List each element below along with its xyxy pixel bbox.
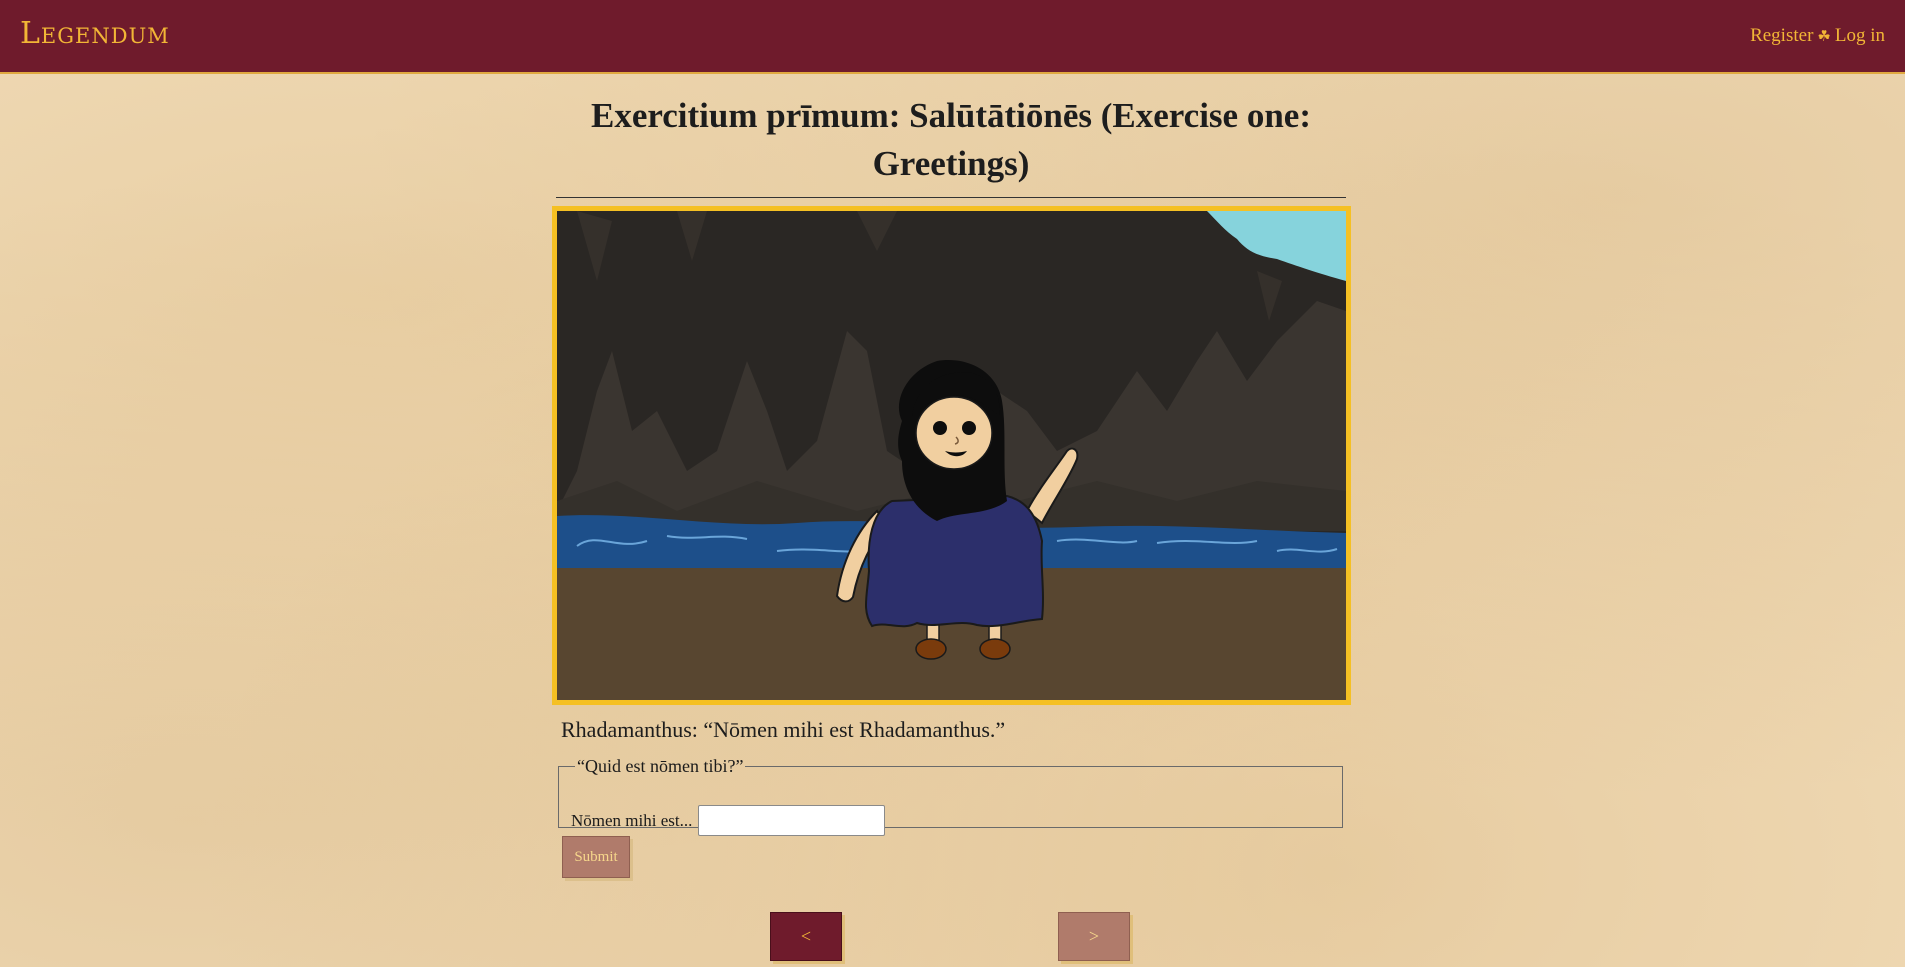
clover-separator-icon: ☘ xyxy=(1817,28,1831,45)
submit-button[interactable]: Submit xyxy=(562,836,630,878)
cave-scene-illustration xyxy=(557,211,1346,700)
previous-button[interactable]: < xyxy=(770,912,842,961)
register-link[interactable]: Register xyxy=(1750,25,1813,47)
dialogue-line: Rhadamanthus: “Nōmen mihi est Rhadamanth… xyxy=(561,717,1006,742)
top-navigation-bar: Legendum Register ☘ Log in xyxy=(0,0,1905,74)
scene-illustration xyxy=(552,206,1351,705)
question-fieldset: “Quid est nōmen tibi?” Nōmen mihi est... xyxy=(558,756,1343,836)
auth-links: Register ☘ Log in xyxy=(1750,25,1885,47)
answer-row: Nōmen mihi est... xyxy=(571,805,886,836)
next-button[interactable]: > xyxy=(1058,912,1130,961)
question-legend: “Quid est nōmen tibi?” xyxy=(577,756,744,776)
legendum-logo[interactable]: Legendum xyxy=(20,16,170,51)
name-answer-input[interactable] xyxy=(698,805,886,836)
login-link[interactable]: Log in xyxy=(1835,25,1885,47)
title-divider xyxy=(556,197,1346,198)
answer-prompt-label: Nōmen mihi est... xyxy=(571,810,693,830)
page-title: Exercitium prīmum: Salūtātiōnēs (Exercis… xyxy=(590,96,1311,183)
